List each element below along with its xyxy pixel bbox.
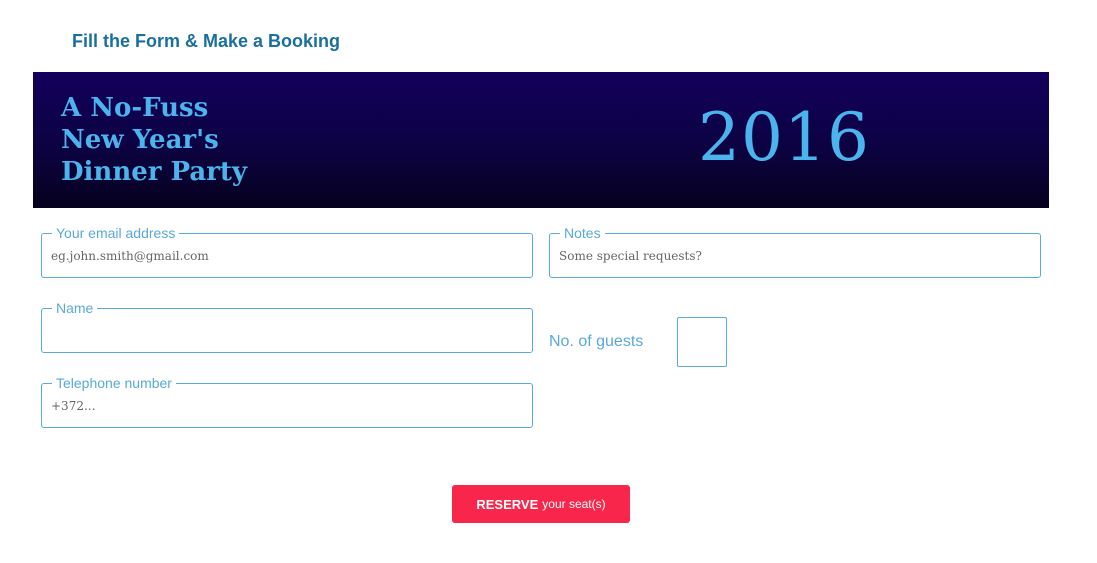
banner-title-line: New Year's [61,125,219,155]
notes-label: Notes [560,225,605,241]
guests-input[interactable] [677,317,727,367]
banner-title: A No-Fuss New Year's Dinner Party [61,92,301,188]
guests-label: No. of guests [549,333,644,350]
name-input[interactable] [51,321,523,341]
notes-fieldset: Notes [549,225,1041,278]
telephone-label: Telephone number [52,375,176,391]
reserve-button-strong-label: RESERVE [476,496,539,512]
notes-input[interactable] [559,246,1031,266]
email-label: Your email address [52,225,180,241]
email-fieldset: Your email address [41,225,533,278]
name-label: Name [52,300,98,316]
booking-page: Fill the Form & Make a Booking A No-Fuss… [0,0,1097,563]
reserve-button-light-label: your seat(s) [542,497,606,511]
banner-year: 2016 [698,99,870,176]
reserve-button[interactable]: RESERVE your seat(s) [452,485,630,523]
name-fieldset: Name [41,300,533,353]
event-banner: A No-Fuss New Year's Dinner Party 2016 [33,72,1049,208]
banner-title-line: Dinner Party [61,157,248,187]
banner-title-line: A No-Fuss [61,93,209,123]
email-input[interactable] [51,246,523,266]
telephone-input[interactable] [51,396,523,416]
telephone-fieldset: Telephone number [41,375,533,428]
page-title: Fill the Form & Make a Booking [72,31,341,51]
